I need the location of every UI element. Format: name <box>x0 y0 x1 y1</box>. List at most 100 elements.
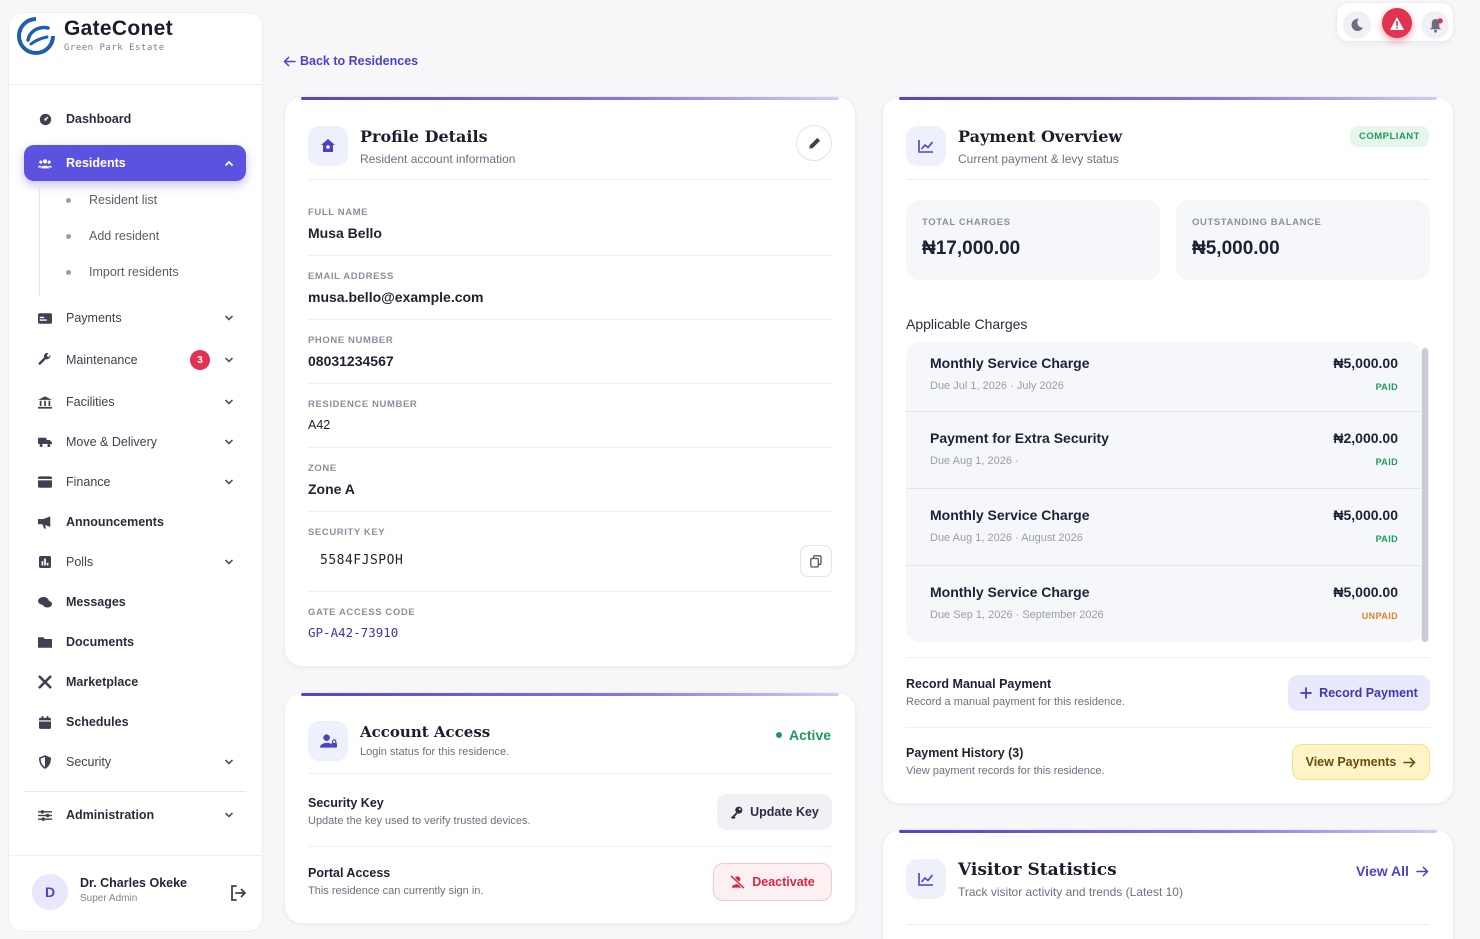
charge-row[interactable]: Monthly Service Charge Due Sep 1, 2026 ·… <box>906 566 1422 642</box>
card-subtitle: Current payment & levy status <box>958 152 1119 166</box>
subnav-resident-list[interactable]: Resident list <box>66 190 157 210</box>
sidebar-item-announcements[interactable]: Announcements <box>24 506 246 538</box>
charge-status: PAID <box>1375 382 1398 392</box>
pencil-icon <box>808 137 821 150</box>
chevron-down-icon <box>224 437 234 447</box>
payments-icon <box>38 311 52 325</box>
edit-profile-button[interactable] <box>796 125 832 161</box>
sidebar-item-polls[interactable]: Polls <box>24 546 246 578</box>
card-title: Payment Overview <box>958 127 1123 146</box>
record-manual-desc: Record a manual payment for this residen… <box>906 696 1125 708</box>
chevron-up-icon <box>224 158 234 168</box>
sidebar-item-schedules[interactable]: Schedules <box>24 706 246 738</box>
sidebar-item-label: Payments <box>66 311 122 325</box>
phone-value: 08031234567 <box>308 353 394 369</box>
sidebar-item-label: Maintenance <box>66 353 138 367</box>
arrow-right-icon <box>1403 757 1416 768</box>
charge-title: Monthly Service Charge <box>930 507 1090 523</box>
bell-icon <box>1428 17 1443 33</box>
total-charges-label: TOTAL CHARGES <box>922 217 1011 228</box>
folder-icon <box>38 635 52 649</box>
zone-value: Zone A <box>308 481 355 497</box>
card-title: Profile Details <box>360 127 488 146</box>
brand[interactable]: GateConet Green Park Estate <box>16 14 246 74</box>
sidebar-item-finance[interactable]: Finance <box>24 466 246 498</box>
view-all-label: View All <box>1356 863 1409 879</box>
subnav-label: Resident list <box>89 193 158 207</box>
payment-history-desc: View payment records for this residence. <box>906 765 1105 777</box>
messages-icon <box>38 595 52 609</box>
charge-status: PAID <box>1375 534 1398 544</box>
payment-history-title: Payment History (3) <box>906 746 1024 760</box>
scrollbar-thumb[interactable] <box>1422 348 1428 642</box>
view-all-link[interactable]: View All <box>1356 863 1429 879</box>
security-key-value: 5584FJSPOH <box>320 553 404 568</box>
compliance-badge: COMPLIANT <box>1350 126 1429 147</box>
divider <box>308 179 832 180</box>
card-subtitle: Login status for this residence. <box>360 746 510 758</box>
logout-icon[interactable] <box>229 884 247 902</box>
sidebar-item-move-delivery[interactable]: Move & Delivery <box>24 426 246 458</box>
view-payments-button[interactable]: View Payments <box>1292 744 1430 780</box>
charge-row[interactable]: Payment for Extra Security Due Aug 1, 20… <box>906 412 1422 488</box>
security-key-title: Security Key <box>308 796 384 810</box>
dark-mode-button[interactable] <box>1343 11 1371 39</box>
record-payment-button[interactable]: Record Payment <box>1288 675 1430 711</box>
truck-icon <box>38 435 52 449</box>
deactivate-label: Deactivate <box>752 875 815 889</box>
user-slash-icon <box>730 875 746 889</box>
field-label: FULL NAME <box>308 207 369 218</box>
chevron-down-icon <box>224 313 234 323</box>
notifications-button[interactable] <box>1421 11 1449 39</box>
charges-scrollbar[interactable] <box>1421 348 1429 642</box>
sidebar-item-label: Facilities <box>66 395 115 409</box>
outstanding-balance-box: OUTSTANDING BALANCE ₦5,000.00 <box>1176 200 1430 280</box>
sidebar-item-marketplace[interactable]: Marketplace <box>24 666 246 698</box>
access-status-label: Active <box>789 727 832 743</box>
sidebar-item-label: Marketplace <box>66 675 139 689</box>
sidebar-item-payments[interactable]: Payments <box>24 302 246 334</box>
record-payment-label: Record Payment <box>1319 686 1418 700</box>
divider <box>308 383 832 384</box>
status-dot-icon <box>776 732 782 738</box>
field-label: PHONE NUMBER <box>308 335 394 346</box>
update-key-button[interactable]: Update Key <box>717 794 832 830</box>
sidebar-item-residents[interactable]: Residents <box>24 145 246 181</box>
deactivate-button[interactable]: Deactivate <box>713 863 832 901</box>
charge-row[interactable]: Monthly Service Charge Due Jul 1, 2026 ·… <box>906 342 1422 418</box>
chevron-down-icon <box>224 477 234 487</box>
back-link[interactable]: Back to Residences <box>283 54 418 68</box>
wallet-icon <box>38 475 52 489</box>
subnav-import-residents[interactable]: Import residents <box>66 262 179 282</box>
bullet-icon <box>66 269 71 275</box>
sidebar-item-documents[interactable]: Documents <box>24 626 246 658</box>
divider <box>8 855 263 856</box>
estate-name: Green Park Estate <box>64 43 165 53</box>
field-label: EMAIL ADDRESS <box>308 271 394 282</box>
sidebar-item-administration[interactable]: Administration <box>24 799 246 831</box>
sidebar-item-maintenance[interactable]: Maintenance 3 <box>24 344 246 376</box>
alert-button[interactable] <box>1382 8 1412 38</box>
moon-icon <box>1350 18 1364 32</box>
megaphone-icon <box>38 515 52 529</box>
sidebar-item-messages[interactable]: Messages <box>24 586 246 618</box>
chevron-down-icon <box>224 810 234 820</box>
view-payments-label: View Payments <box>1305 755 1397 769</box>
sidebar-item-security[interactable]: Security <box>24 746 246 778</box>
sidebar-item-dashboard[interactable]: Dashboard <box>24 103 246 135</box>
divider <box>906 657 1430 658</box>
tools-icon <box>38 675 52 689</box>
charge-row[interactable]: Monthly Service Charge Due Aug 1, 2026 ·… <box>906 489 1422 565</box>
poll-icon <box>38 555 52 569</box>
card-accent <box>301 693 839 696</box>
card-subtitle: Resident account information <box>360 152 516 166</box>
sidebar-item-facilities[interactable]: Facilities <box>24 386 246 418</box>
charge-amount: ₦5,000.00 <box>1333 355 1398 371</box>
subnav-add-resident[interactable]: Add resident <box>66 226 159 246</box>
home-icon <box>308 126 348 166</box>
avatar[interactable]: D <box>32 874 68 910</box>
total-charges-box: TOTAL CHARGES ₦17,000.00 <box>906 200 1160 280</box>
security-key-desc: Update the key used to verify trusted de… <box>308 815 531 827</box>
chevron-down-icon <box>224 757 234 767</box>
copy-security-key-button[interactable] <box>800 545 832 577</box>
